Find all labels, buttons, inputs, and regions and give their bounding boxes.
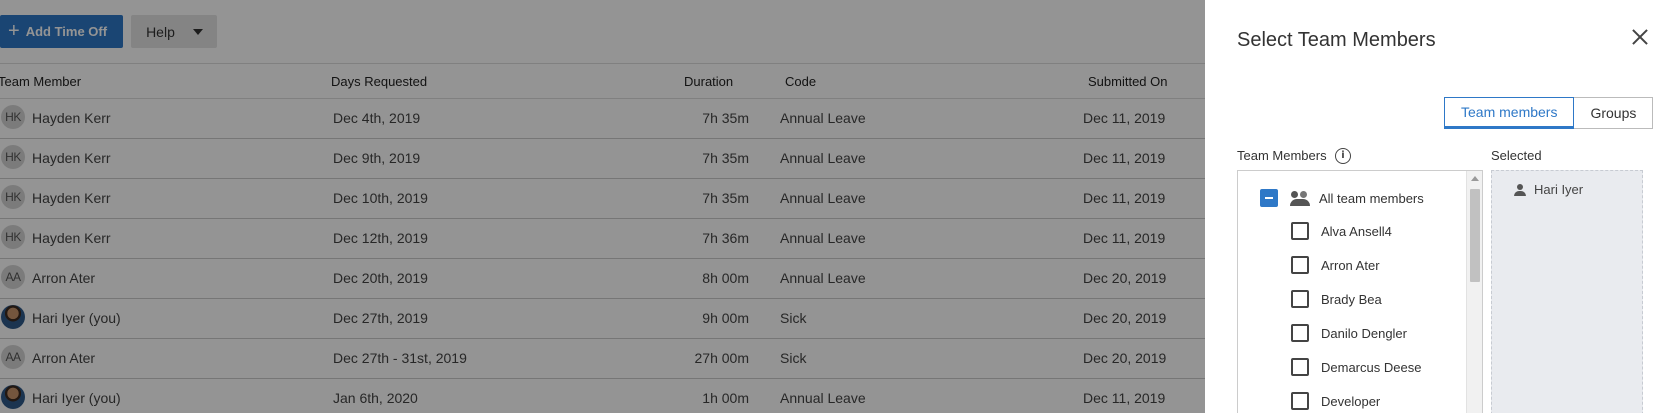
tab-team-members[interactable]: Team members xyxy=(1444,97,1575,129)
member-checkbox[interactable] xyxy=(1291,392,1309,410)
member-label: Arron Ater xyxy=(1321,257,1380,273)
panel-title: Select Team Members xyxy=(1237,29,1436,51)
list-item[interactable]: Danilo Dengler xyxy=(1291,321,1407,345)
list-item[interactable]: Demarcus Deese xyxy=(1291,355,1421,379)
selected-members-list: Hari Iyer xyxy=(1491,170,1643,413)
selected-label: Selected xyxy=(1491,148,1542,163)
list-item[interactable]: Alva Ansell4 xyxy=(1291,219,1392,243)
list-item-all-team-members[interactable]: All team members xyxy=(1260,186,1424,210)
member-type-toggle: Team members Groups xyxy=(1444,97,1654,129)
modal-backdrop[interactable] xyxy=(0,0,1205,413)
person-icon xyxy=(1514,183,1526,196)
member-checkbox[interactable] xyxy=(1291,222,1309,240)
member-label: Danilo Dengler xyxy=(1321,325,1407,341)
selected-member-item[interactable]: Hari Iyer xyxy=(1514,182,1583,197)
close-icon[interactable] xyxy=(1631,28,1649,46)
select-team-members-panel: Select Team Members Team members Groups … xyxy=(1205,0,1673,413)
group-icon xyxy=(1290,190,1312,206)
scroll-thumb[interactable] xyxy=(1470,189,1480,282)
member-checkbox[interactable] xyxy=(1291,290,1309,308)
member-label: Developer xyxy=(1321,393,1381,409)
member-checkbox[interactable] xyxy=(1291,358,1309,376)
scroll-up-arrow-icon[interactable] xyxy=(1471,176,1479,181)
member-label: Brady Bea xyxy=(1321,291,1382,307)
list-scrollbar[interactable] xyxy=(1466,171,1482,413)
all-members-checkbox[interactable] xyxy=(1260,189,1278,207)
selected-member-label: Hari Iyer xyxy=(1534,182,1584,197)
list-item[interactable]: Arron Ater xyxy=(1291,253,1380,277)
list-item[interactable]: Developer xyxy=(1291,389,1380,413)
tab-groups[interactable]: Groups xyxy=(1574,97,1654,129)
team-members-label: Team Members xyxy=(1237,148,1327,163)
all-members-label: All team members xyxy=(1319,190,1424,206)
member-label: Demarcus Deese xyxy=(1321,359,1422,375)
info-icon[interactable]: i xyxy=(1335,148,1351,164)
list-item[interactable]: Brady Bea xyxy=(1291,287,1382,311)
team-members-list-items: All team members Alva Ansell4 Arron Ater B… xyxy=(1238,171,1466,413)
team-members-list: All team members Alva Ansell4 Arron Ater B… xyxy=(1237,170,1483,413)
member-label: Alva Ansell4 xyxy=(1321,223,1392,239)
member-checkbox[interactable] xyxy=(1291,256,1309,274)
member-checkbox[interactable] xyxy=(1291,324,1309,342)
